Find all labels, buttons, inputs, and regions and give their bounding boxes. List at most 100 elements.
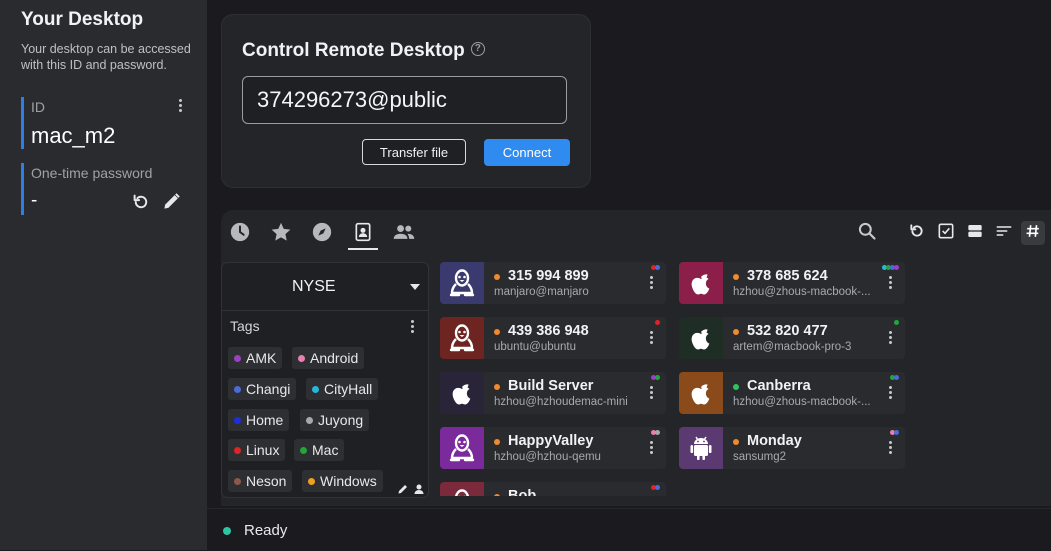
remote-id-input[interactable]: [242, 76, 567, 124]
tab-discovered[interactable]: [307, 220, 337, 248]
id-value: mac_m2: [31, 123, 115, 149]
mac-icon: [679, 372, 723, 414]
peer-tag-dots: [652, 265, 660, 270]
tile-view-icon: [967, 223, 983, 244]
peer-card[interactable]: Bob: [440, 482, 666, 496]
tag-dot: [655, 320, 660, 325]
transfer-file-button[interactable]: Transfer file: [362, 139, 466, 165]
tag-dot: [655, 375, 660, 380]
group-selected-value: NYSE: [292, 278, 336, 296]
tag-label: Neson: [246, 473, 286, 489]
peer-card[interactable]: 378 685 624hzhou@zhous-macbook-...: [679, 262, 905, 304]
tag-chip[interactable]: Juyong: [300, 409, 369, 431]
sort-button[interactable]: [992, 221, 1016, 245]
peer-tag-dots: [895, 320, 899, 325]
password-label: One-time password: [31, 165, 152, 181]
tag-chip[interactable]: Neson: [228, 470, 292, 492]
tag-chip[interactable]: Android: [292, 347, 364, 369]
tag-label: Home: [246, 412, 283, 428]
tag-label: AMK: [246, 350, 276, 366]
tag-color-dot: [234, 386, 241, 393]
tag-dot: [655, 265, 660, 270]
peer-card[interactable]: HappyValley hzhou@hzhou-qemu: [440, 427, 666, 469]
password-value: -: [31, 190, 37, 212]
mac-icon: [679, 262, 723, 304]
refresh-button[interactable]: [905, 221, 929, 245]
peer-menu-icon[interactable]: [650, 386, 654, 401]
peer-id: Monday: [747, 433, 802, 449]
tag-color-dot: [306, 417, 313, 424]
star-icon: [270, 221, 292, 248]
online-status-dot: [733, 274, 739, 280]
peer-id: 315 994 899: [508, 268, 589, 284]
linux-icon: [440, 262, 484, 304]
search-button[interactable]: [855, 221, 879, 245]
refresh-password-icon[interactable]: [130, 191, 152, 213]
tag-label: Android: [310, 350, 358, 366]
tags-menu-icon[interactable]: [411, 320, 415, 335]
tag-chip[interactable]: Home: [228, 409, 289, 431]
peer-menu-icon[interactable]: [650, 331, 654, 346]
peer-tag-dots: [652, 485, 660, 490]
tag-chip[interactable]: Mac: [294, 439, 344, 461]
linux-icon: [440, 317, 484, 359]
tag-chip[interactable]: Windows: [302, 470, 383, 492]
group-icon: [392, 221, 416, 248]
select-button[interactable]: [934, 221, 958, 245]
tag-filter-button[interactable]: [1021, 221, 1045, 245]
view-style-button[interactable]: [963, 221, 987, 245]
id-menu-icon[interactable]: [179, 99, 183, 114]
group-selector[interactable]: NYSE: [222, 263, 428, 311]
peer-card[interactable]: 532 820 477artem@macbook-pro-3: [679, 317, 905, 359]
tab-address-book[interactable]: [348, 220, 378, 250]
peer-username: hzhou@zhous-macbook-...: [733, 286, 883, 298]
peer-id: 532 820 477: [747, 323, 828, 339]
control-title: Control Remote Desktop?: [242, 40, 485, 62]
peer-menu-icon[interactable]: [889, 441, 893, 456]
peer-menu-icon[interactable]: [650, 441, 654, 456]
peer-menu-icon[interactable]: [650, 276, 654, 291]
tag-dot: [655, 485, 660, 490]
peer-id: Canberra: [747, 378, 811, 394]
status-indicator: [223, 527, 231, 535]
peers-panel: NYSE Tags AMK Android Changi CityHall Home Ju…: [221, 210, 1051, 506]
tag-chip[interactable]: Changi: [228, 378, 296, 400]
tag-chip[interactable]: AMK: [228, 347, 282, 369]
user-tags-icon[interactable]: [412, 482, 426, 496]
peer-username: hzhou@hzhou-qemu: [494, 451, 644, 463]
control-remote-card: Control Remote Desktop? Transfer file Co…: [221, 14, 591, 188]
peer-tag-dots: [652, 430, 660, 435]
tag-color-dot: [234, 417, 241, 424]
tab-favorites[interactable]: [266, 220, 296, 248]
help-icon[interactable]: ?: [471, 42, 485, 56]
connect-button[interactable]: Connect: [484, 139, 570, 166]
peer-card[interactable]: Canberrahzhou@zhous-macbook-...: [679, 372, 905, 414]
peer-menu-icon[interactable]: [889, 276, 893, 291]
tag-color-dot: [298, 355, 305, 362]
peer-id: HappyValley: [508, 433, 593, 449]
peer-card[interactable]: 439 386 948ubuntu@ubuntu: [440, 317, 666, 359]
tags-label: Tags: [230, 318, 260, 334]
peer-tag-dots: [891, 430, 899, 435]
tag-chip[interactable]: Linux: [228, 439, 285, 461]
peer-menu-icon[interactable]: [889, 386, 893, 401]
peer-card[interactable]: 315 994 899manjaro@manjaro: [440, 262, 666, 304]
tab-recent[interactable]: [225, 220, 255, 248]
peer-card[interactable]: Mondaysansumg2: [679, 427, 905, 469]
peer-menu-icon[interactable]: [889, 331, 893, 346]
id-section: ID mac_m2: [21, 97, 194, 149]
tag-pane: NYSE Tags AMK Android Changi CityHall Home Ju…: [221, 262, 429, 498]
tag-chip[interactable]: CityHall: [306, 378, 378, 400]
peer-username: ubuntu@ubuntu: [494, 341, 644, 353]
tab-group[interactable]: [389, 220, 419, 248]
edit-tags-icon[interactable]: [396, 482, 410, 496]
checkbox-icon: [938, 223, 954, 244]
peer-card[interactable]: Build Serverhzhou@hzhoudemac-mini: [440, 372, 666, 414]
online-status-dot: [494, 274, 500, 280]
compass-icon: [311, 221, 333, 248]
password-section: One-time password -: [21, 163, 194, 215]
sidebar: Your Desktop Your desktop can be accesse…: [0, 0, 207, 550]
online-status-dot: [733, 329, 739, 335]
edit-password-icon[interactable]: [160, 190, 182, 212]
tag-color-dot: [300, 447, 307, 454]
